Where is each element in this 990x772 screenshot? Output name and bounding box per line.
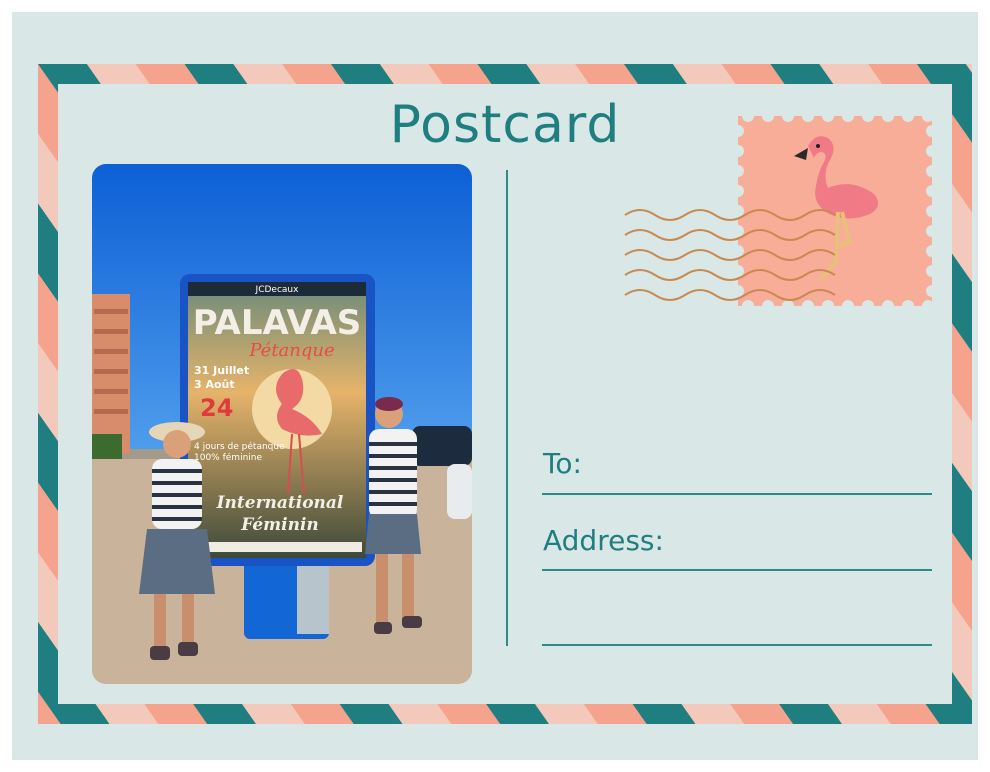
address-line-2[interactable] <box>542 644 932 646</box>
poster-footer-2: Féminin <box>240 515 319 535</box>
poster-date-1: 31 Juillet <box>194 364 249 377</box>
travel-photo: JCDecaux PALAVAS Pétanque 31 Juillet 3 A… <box>92 164 472 684</box>
poster-footer-1: International <box>216 493 344 513</box>
to-line[interactable] <box>542 493 932 495</box>
address-line-1[interactable] <box>542 569 932 571</box>
vertical-divider <box>506 170 508 646</box>
postcard-title: Postcard <box>389 95 621 155</box>
poster-year: 24 <box>200 394 233 422</box>
to-label: To: <box>543 447 582 480</box>
poster-brand: JCDecaux <box>255 285 300 295</box>
poster-date-2: 3 Août <box>194 378 235 391</box>
poster-info-2: 100% féminine <box>194 452 262 463</box>
poster-info-1: 4 jours de pétanque <box>194 441 285 452</box>
postmark-wave-icon <box>624 209 836 301</box>
address-label: Address: <box>543 524 664 557</box>
poster-headline: PALAVAS <box>193 303 362 343</box>
poster-script: Pétanque <box>248 340 334 361</box>
